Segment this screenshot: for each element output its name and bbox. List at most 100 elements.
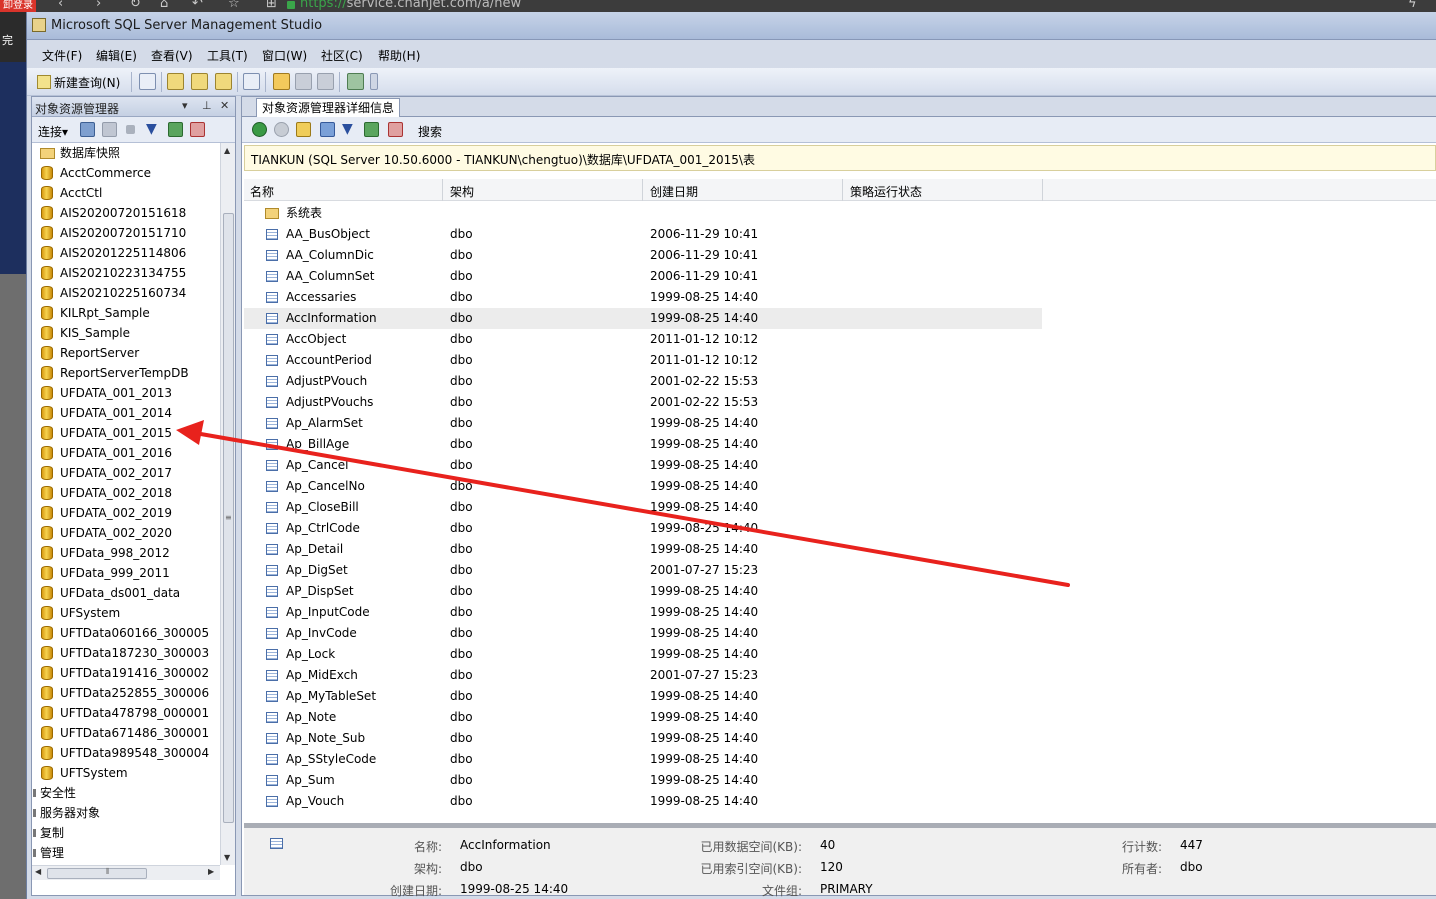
save-icon[interactable]	[295, 73, 312, 90]
tree-item[interactable]: UFData_999_2011	[32, 563, 220, 583]
tree-item[interactable]: UFData_998_2012	[32, 543, 220, 563]
tree-item[interactable]: ReportServer	[32, 343, 220, 363]
tree-item[interactable]: AIS20210223134755	[32, 263, 220, 283]
panel-menu-icon[interactable]: ▾	[182, 99, 188, 112]
tree-item[interactable]: UFDATA_001_2014	[32, 403, 220, 423]
expand-marker-icon[interactable]	[33, 849, 36, 857]
tree-item[interactable]: UFDATA_002_2018	[32, 483, 220, 503]
login-badge[interactable]: 卸登录	[0, 0, 36, 12]
table-row[interactable]: Ap_CtrlCode dbo 1999-08-25 14:40	[244, 518, 1436, 539]
new-query-button[interactable]: 新建查询(N)	[37, 73, 120, 91]
print-icon[interactable]	[317, 73, 334, 90]
search-button[interactable]: 搜索	[418, 123, 442, 140]
tree-item[interactable]: AIS20201225114806	[32, 243, 220, 263]
close-icon[interactable]: ✕	[220, 99, 229, 112]
column-header-name[interactable]: 名称	[250, 183, 274, 200]
new-tab-icon[interactable]: ⊞	[266, 0, 277, 11]
tree-item[interactable]: UFDATA_001_2015	[32, 423, 220, 443]
home-icon[interactable]: ⌂	[160, 0, 168, 11]
menu-help[interactable]: 帮助(H)	[378, 47, 420, 64]
details-refresh-icon[interactable]	[364, 122, 379, 137]
tree-item[interactable]: UFDATA_001_2016	[32, 443, 220, 463]
title-bar[interactable]: Microsoft SQL Server Management Studio	[27, 12, 1436, 40]
tree-item[interactable]: AcctCommerce	[32, 163, 220, 183]
tree-item[interactable]: KILRpt_Sample	[32, 303, 220, 323]
table-row[interactable]: Ap_InputCode dbo 1999-08-25 14:40	[244, 602, 1436, 623]
refresh-icon[interactable]	[168, 122, 183, 137]
tree-item[interactable]: 复制	[32, 823, 220, 843]
table-row[interactable]: AdjustPVouchs dbo 2001-02-22 15:53	[244, 392, 1436, 413]
toolbar-overflow-icon[interactable]	[370, 73, 378, 90]
tree-item[interactable]: UFDATA_002_2017	[32, 463, 220, 483]
table-row[interactable]: AP_DispSet dbo 1999-08-25 14:40	[244, 581, 1436, 602]
table-row[interactable]: Ap_MidExch dbo 2001-07-27 15:23	[244, 665, 1436, 686]
table-row[interactable]: Ap_Sum dbo 1999-08-25 14:40	[244, 770, 1436, 791]
table-row[interactable]: AdjustPVouch dbo 2001-02-22 15:53	[244, 371, 1436, 392]
tree-item[interactable]: UFDATA_002_2020	[32, 523, 220, 543]
table-row[interactable]: Ap_Note dbo 1999-08-25 14:40	[244, 707, 1436, 728]
tree-item[interactable]: AcctCtl	[32, 183, 220, 203]
tree-item[interactable]: AIS20210225160734	[32, 283, 220, 303]
lightning-icon[interactable]: ϟ	[1408, 0, 1417, 11]
scroll-down-icon[interactable]: ▼	[224, 853, 230, 862]
object-explorer-hscroll[interactable]: ◀ ⦀ ▶	[32, 865, 220, 880]
tree-item[interactable]: UFDATA_001_2013	[32, 383, 220, 403]
table-row[interactable]: AA_BusObject dbo 2006-11-29 10:41	[244, 224, 1436, 245]
disconnect-icon[interactable]	[102, 122, 117, 137]
column-header-policy-health[interactable]: 策略运行状态	[850, 183, 922, 200]
open-file-icon[interactable]	[273, 73, 290, 90]
tree-item[interactable]: 服务器对象	[32, 803, 220, 823]
menu-file[interactable]: 文件(F)	[42, 47, 82, 64]
tree-item[interactable]: UFTData989548_300004	[32, 743, 220, 763]
policy-icon[interactable]	[190, 122, 205, 137]
tree-item[interactable]: UFTData252855_300006	[32, 683, 220, 703]
table-row[interactable]: Accessaries dbo 1999-08-25 14:40	[244, 287, 1436, 308]
back-arrow-icon[interactable]	[252, 122, 267, 137]
address-bar[interactable]: https://service.chanjet.com/a/new	[300, 0, 521, 11]
pin-icon[interactable]: ⊥	[202, 99, 212, 112]
filter-icon[interactable]: ▼	[146, 122, 161, 137]
back-icon[interactable]: ‹	[58, 0, 63, 11]
expand-marker-icon[interactable]	[33, 809, 36, 817]
table-row[interactable]: Ap_BillAge dbo 1999-08-25 14:40	[244, 434, 1436, 455]
xmla-query-icon[interactable]	[215, 73, 232, 90]
tree-item[interactable]: AIS20200720151618	[32, 203, 220, 223]
database-engine-query-icon[interactable]	[167, 73, 184, 90]
table-row[interactable]: AccObject dbo 2011-01-12 10:12	[244, 329, 1436, 350]
connect-button[interactable]: 连接▾	[38, 123, 68, 140]
menu-tools[interactable]: 工具(T)	[207, 47, 248, 64]
forward-icon[interactable]: ›	[96, 0, 101, 11]
scroll-up-icon[interactable]: ▲	[224, 146, 230, 155]
sql-compact-query-icon[interactable]	[243, 73, 260, 90]
scroll-right-icon[interactable]: ▶	[208, 867, 214, 876]
expand-marker-icon[interactable]	[33, 789, 36, 797]
tree-item[interactable]: KIS_Sample	[32, 323, 220, 343]
table-row[interactable]: AccountPeriod dbo 2011-01-12 10:12	[244, 350, 1436, 371]
activity-monitor-icon[interactable]	[347, 73, 364, 90]
expand-marker-icon[interactable]	[33, 829, 36, 837]
table-row[interactable]: Ap_Detail dbo 1999-08-25 14:40	[244, 539, 1436, 560]
table-row[interactable]: AA_ColumnDic dbo 2006-11-29 10:41	[244, 245, 1436, 266]
sync-icon[interactable]	[320, 122, 335, 137]
column-header-schema[interactable]: 架构	[450, 183, 474, 200]
scroll-left-icon[interactable]: ◀	[35, 867, 41, 876]
analysis-query-icon[interactable]	[191, 73, 208, 90]
forward-arrow-icon[interactable]	[274, 122, 289, 137]
tree-item[interactable]: 安全性	[32, 783, 220, 803]
table-row[interactable]: Ap_MyTableSet dbo 1999-08-25 14:40	[244, 686, 1436, 707]
table-row[interactable]: Ap_Lock dbo 1999-08-25 14:40	[244, 644, 1436, 665]
tree-item[interactable]: UFDATA_002_2019	[32, 503, 220, 523]
hscroll-thumb[interactable]	[47, 868, 147, 879]
tree-item[interactable]: UFData_ds001_data	[32, 583, 220, 603]
table-row[interactable]: Ap_InvCode dbo 1999-08-25 14:40	[244, 623, 1436, 644]
tree-item[interactable]: UFTData187230_300003	[32, 643, 220, 663]
table-row[interactable]: Ap_CloseBill dbo 1999-08-25 14:40	[244, 497, 1436, 518]
stop-icon[interactable]	[126, 125, 135, 134]
undo-icon[interactable]: ↶	[192, 0, 203, 11]
table-row[interactable]: AccInformation dbo 1999-08-25 14:40	[244, 308, 1436, 329]
table-row[interactable]: Ap_DigSet dbo 2001-07-27 15:23	[244, 560, 1436, 581]
object-explorer-vscroll[interactable]: ▲ ≡ ▼	[220, 143, 235, 865]
table-row[interactable]: 系统表	[244, 203, 1436, 224]
table-row[interactable]: Ap_Cancel dbo 1999-08-25 14:40	[244, 455, 1436, 476]
reload-icon[interactable]: ↻	[130, 0, 141, 11]
